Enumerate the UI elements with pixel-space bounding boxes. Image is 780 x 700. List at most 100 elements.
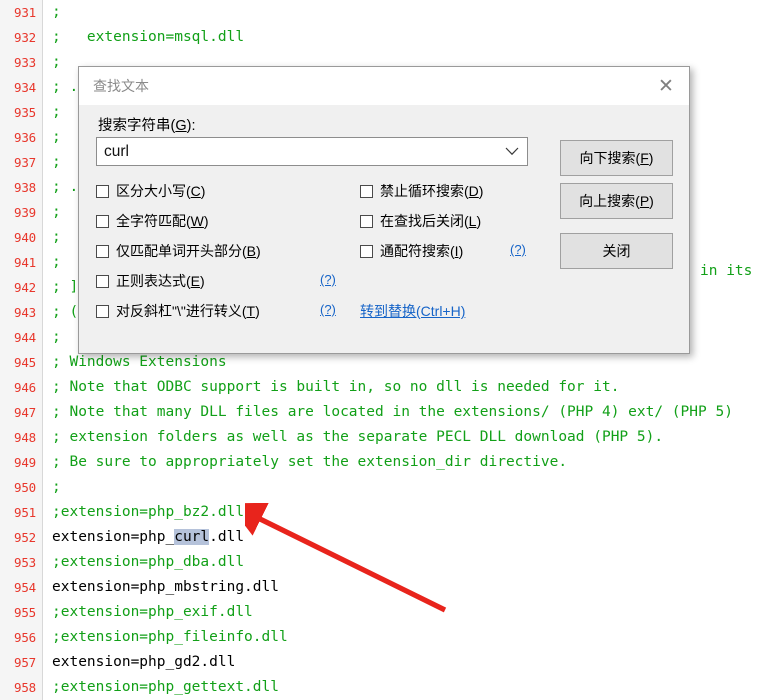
find-next-button[interactable]: 向下搜索(F)	[560, 140, 673, 176]
close-button[interactable]: 关闭	[560, 233, 673, 269]
line-number: 946	[0, 375, 42, 400]
code-text: ;	[52, 129, 61, 145]
line-number: 935	[0, 100, 42, 125]
checkbox-box[interactable]	[360, 244, 373, 258]
find-previous-button[interactable]: 向上搜索(P)	[560, 183, 673, 219]
code-line[interactable]: 950;	[0, 475, 780, 500]
code-text: ;	[52, 329, 61, 345]
line-number: 958	[0, 675, 42, 700]
checkbox-no-wrap[interactable]: 禁止循环搜索(D)	[360, 181, 483, 201]
line-number: 939	[0, 200, 42, 225]
code-line[interactable]: 954 extension=php_mbstring.dll	[0, 575, 780, 600]
checkbox-label: 正则表达式(E)	[116, 273, 205, 289]
checkbox-label: 在查找后关闭(L)	[380, 213, 482, 229]
find-text-dialog[interactable]: 查找文本 ✕ 搜索字符串(G): 区分大小写(C) 全字符匹配(W) 仅匹配单词…	[78, 66, 690, 354]
line-number: 954	[0, 575, 42, 600]
code-text: ;extension=php_dba.dll	[52, 554, 245, 570]
line-number: 944	[0, 325, 42, 350]
line-number: 942	[0, 275, 42, 300]
line-number: 947	[0, 400, 42, 425]
checkbox-box[interactable]	[96, 304, 109, 318]
code-text: ;extension=php_bz2.dll	[52, 504, 245, 520]
code-text: ;extension=php_gettext.dll	[52, 679, 279, 695]
code-line[interactable]: 947 ; Note that many DLL files are locate…	[0, 400, 780, 425]
checkbox-word-start[interactable]: 仅匹配单词开头部分(B)	[96, 241, 261, 261]
code-text: extension=php_gd2.dll	[52, 654, 236, 670]
line-number: 934	[0, 75, 42, 100]
code-line[interactable]: 946 ; Note that ODBC support is built in,…	[0, 375, 780, 400]
checkbox-escape-backslash[interactable]: 对反斜杠"\"进行转义(T)	[96, 301, 260, 321]
code-text: ; Note that ODBC support is built in, so…	[52, 379, 620, 395]
code-line[interactable]: 955 ;extension=php_exif.dll	[0, 600, 780, 625]
line-number: 943	[0, 300, 42, 325]
checkbox-wildcard[interactable]: 通配符搜索(I)	[360, 241, 463, 261]
code-line[interactable]: 949 ; Be sure to appropriately set the ex…	[0, 450, 780, 475]
line-number: 949	[0, 450, 42, 475]
code-text: ; ]	[52, 279, 79, 295]
checkbox-box[interactable]	[360, 214, 373, 228]
close-label: 关闭	[602, 243, 631, 259]
checkbox-label: 区分大小写(C)	[116, 183, 206, 199]
line-number: 955	[0, 600, 42, 625]
search-combobox[interactable]	[96, 137, 528, 166]
line-number: 948	[0, 425, 42, 450]
chevron-down-icon[interactable]	[497, 138, 527, 165]
code-overflow-text: in its	[700, 263, 753, 279]
help-link-wildcard[interactable]: (?)	[510, 242, 526, 257]
goto-replace-link[interactable]: 转到替换(Ctrl+H)	[360, 301, 465, 321]
line-number: 937	[0, 150, 42, 175]
checkbox-box[interactable]	[96, 214, 109, 228]
code-text: ; Be sure to appropriately set the exten…	[52, 454, 568, 470]
checkbox-box[interactable]	[96, 184, 109, 198]
checkbox-label: 仅匹配单词开头部分(B)	[116, 243, 261, 259]
code-text: ;	[52, 479, 61, 495]
search-input[interactable]	[97, 137, 497, 166]
line-number: 950	[0, 475, 42, 500]
code-line[interactable]: 952 extension=php_curl.dll	[0, 525, 780, 550]
code-text: ;	[52, 104, 61, 120]
line-number: 957	[0, 650, 42, 675]
code-line[interactable]: 948 ; extension folders as well as the se…	[0, 425, 780, 450]
checkbox-whole-word[interactable]: 全字符匹配(W)	[96, 211, 209, 231]
code-line[interactable]: 953 ;extension=php_dba.dll	[0, 550, 780, 575]
find-next-label: 向下搜索(F)	[579, 150, 654, 166]
code-text: ;	[52, 229, 61, 245]
code-text: ; extension=msql.dll	[52, 29, 245, 45]
checkbox-box[interactable]	[360, 184, 373, 198]
code-text: ;	[52, 254, 61, 270]
line-number: 932	[0, 25, 42, 50]
checkbox-match-case[interactable]: 区分大小写(C)	[96, 181, 205, 201]
dialog-titlebar[interactable]: 查找文本 ✕	[79, 67, 689, 105]
code-text: ; Note that many DLL files are located i…	[52, 404, 733, 420]
checkbox-regex[interactable]: 正则表达式(E)	[96, 271, 205, 291]
checkbox-box[interactable]	[96, 274, 109, 288]
code-text: ;	[52, 4, 61, 20]
code-line[interactable]: 951 ;extension=php_bz2.dll	[0, 500, 780, 525]
checkbox-box[interactable]	[96, 244, 109, 258]
line-number: 953	[0, 550, 42, 575]
line-number: 952	[0, 525, 42, 550]
help-link-regex[interactable]: (?)	[320, 272, 336, 287]
line-number: 938	[0, 175, 42, 200]
code-text: ;	[52, 54, 61, 70]
code-text: ; .	[52, 179, 79, 195]
code-text: extension=php_mbstring.dll	[52, 579, 279, 595]
code-line[interactable]: 958 ;extension=php_gettext.dll	[0, 675, 780, 700]
code-text: ;	[52, 154, 61, 170]
code-text: ;	[52, 204, 61, 220]
help-link-escape[interactable]: (?)	[320, 302, 336, 317]
close-icon[interactable]: ✕	[643, 67, 689, 105]
code-line[interactable]: 931;	[0, 0, 780, 25]
line-number: 945	[0, 350, 42, 375]
code-line[interactable]: 956 ;extension=php_fileinfo.dll	[0, 625, 780, 650]
line-number: 936	[0, 125, 42, 150]
checkbox-label: 禁止循环搜索(D)	[380, 183, 484, 199]
dialog-body: 搜索字符串(G): 区分大小写(C) 全字符匹配(W) 仅匹配单词开头部分(B)…	[79, 105, 689, 355]
line-number: 941	[0, 250, 42, 275]
code-text: ; (	[52, 304, 79, 320]
code-line[interactable]: 957 extension=php_gd2.dll	[0, 650, 780, 675]
code-line[interactable]: 932 ; extension=msql.dll	[0, 25, 780, 50]
code-text: ; .	[52, 79, 79, 95]
checkbox-close-after-find[interactable]: 在查找后关闭(L)	[360, 211, 481, 231]
code-text: ;extension=php_exif.dll	[52, 604, 253, 620]
